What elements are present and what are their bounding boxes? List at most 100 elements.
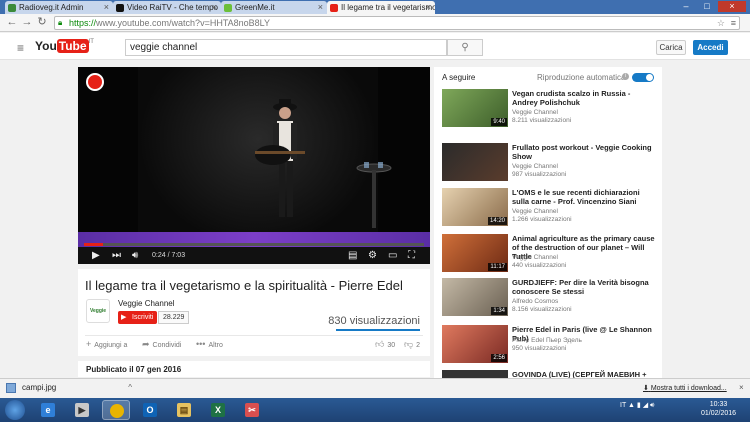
- url-path: www.youtube.com/watch?v=HHTA8noB8LY: [96, 18, 271, 28]
- related-video-item[interactable]: 14:20 L'OMS e le sue recenti dichiarazio…: [442, 188, 656, 226]
- related-video-views: 440 visualizzazioni: [512, 262, 567, 269]
- browser-tab-raitv[interactable]: Video RaiTV - Che tempo ×: [113, 1, 221, 14]
- related-video-item[interactable]: 11:17 Animal agriculture as the primary …: [442, 234, 656, 272]
- guide-menu-icon[interactable]: ≡: [17, 41, 24, 55]
- volume-icon[interactable]: 🔊︎: [132, 249, 138, 262]
- download-item[interactable]: campi.jpg ^: [6, 382, 132, 394]
- url-scheme: https://: [69, 18, 97, 28]
- browser-tab-strip: Radioveg.it Admin × Video RaiTV - Che te…: [0, 0, 750, 14]
- search-button[interactable]: ⚲: [447, 39, 483, 56]
- maximize-icon[interactable]: □: [697, 1, 717, 12]
- related-video-channel: Veggie Channel: [512, 109, 558, 116]
- download-bar: campi.jpg ^ ⬇ Mostra tutti i download... …: [0, 378, 750, 398]
- subscribe-button[interactable]: ▶ Iscriviti: [118, 311, 158, 324]
- system-tray[interactable]: IT ▲ ▮ ◢ 🔊︎: [620, 401, 654, 410]
- theater-mode-icon[interactable]: ▭: [388, 249, 397, 262]
- forward-arrow-icon[interactable]: →: [21, 16, 33, 29]
- info-icon[interactable]: i: [622, 73, 629, 80]
- taskbar-chrome[interactable]: [102, 400, 130, 420]
- taskbar-media[interactable]: ▶: [68, 400, 96, 420]
- video-thumbnail[interactable]: [442, 370, 508, 378]
- play-icon[interactable]: ▶: [92, 249, 100, 262]
- related-video-title[interactable]: GOVINDA (LIVE) (СЕРГЕЙ МАЕВИН +: [512, 370, 656, 378]
- image-file-icon: [6, 383, 16, 393]
- close-tab-icon[interactable]: ×: [212, 1, 217, 14]
- show-all-downloads-link[interactable]: ⬇ Mostra tutti i download...: [643, 384, 727, 392]
- related-video-views: 8.211 visualizzazioni: [512, 117, 572, 124]
- video-thumbnail[interactable]: 2:56: [442, 325, 508, 363]
- add-to-label: Aggiungi a: [94, 342, 128, 349]
- browser-tab-youtube[interactable]: Il legame tra il vegetarismo ×: [327, 1, 435, 14]
- dislike-button[interactable]: 👎︎ 2: [404, 339, 420, 351]
- close-tab-icon[interactable]: ×: [318, 1, 323, 14]
- progress-bar[interactable]: [84, 243, 424, 246]
- channel-name-link[interactable]: Veggie Channel: [118, 299, 175, 308]
- taskbar-snipping[interactable]: ✂: [238, 400, 266, 420]
- minimize-icon[interactable]: –: [676, 1, 696, 12]
- back-arrow-icon[interactable]: ←: [6, 16, 18, 29]
- search-input[interactable]: veggie channel: [125, 39, 447, 56]
- address-bar[interactable]: 🔒︎ https://www.youtube.com/watch?v=HHTA8…: [54, 16, 740, 30]
- taskbar-explorer[interactable]: ▤: [170, 400, 198, 420]
- browser-toolbar: ← → ↻ 🔒︎ https://www.youtube.com/watch?v…: [0, 14, 750, 32]
- related-video-item[interactable]: 9:40 Vegan crudista scalzo in Russia - A…: [442, 89, 656, 127]
- related-video-channel: Veggie Channel: [512, 163, 558, 170]
- channel-avatar[interactable]: Veggie: [86, 299, 110, 323]
- video-thumbnail[interactable]: 9:40: [442, 89, 508, 127]
- fullscreen-icon[interactable]: ⛶: [408, 249, 415, 262]
- input-language[interactable]: IT: [620, 402, 626, 409]
- close-download-bar-icon[interactable]: ×: [739, 383, 744, 392]
- video-thumbnail[interactable]: 11:17: [442, 234, 508, 272]
- related-video-channel: Pierre Edel Пьер Эдель: [512, 337, 582, 344]
- video-thumbnail[interactable]: 1:34: [442, 278, 508, 316]
- video-thumbnail[interactable]: [442, 143, 508, 181]
- add-to-button[interactable]: + Aggiungi a: [86, 339, 127, 351]
- taskbar-excel[interactable]: X: [204, 400, 232, 420]
- video-duration: 14:20: [487, 217, 507, 225]
- share-button[interactable]: ➦ Condividi: [142, 339, 181, 351]
- close-tab-icon[interactable]: ×: [426, 1, 431, 14]
- related-video-title[interactable]: GURDJIEFF: Per dire la Verità bisogna co…: [512, 278, 656, 296]
- tab-label: Video RaiTV - Che tempo: [127, 3, 219, 12]
- related-video-item[interactable]: 1:34 GURDJIEFF: Per dire la Verità bisog…: [442, 278, 656, 316]
- bookmark-star-icon[interactable]: ☆: [717, 17, 725, 29]
- raitv-favicon-icon: [116, 4, 124, 12]
- system-clock[interactable]: 10:33 01/02/2016: [701, 400, 736, 418]
- youtube-logo[interactable]: You Tube IT: [35, 39, 94, 55]
- more-button[interactable]: ••• Altro: [196, 339, 223, 351]
- start-button[interactable]: [5, 400, 25, 420]
- chrome-icon: [110, 404, 124, 418]
- chevron-up-icon[interactable]: ^: [128, 383, 132, 392]
- tab-label: Radioveg.it Admin: [19, 3, 84, 12]
- taskbar-outlook[interactable]: O: [136, 400, 164, 420]
- upload-button[interactable]: Carica: [656, 40, 686, 55]
- related-video-item[interactable]: 2:56 Pierre Edel in Paris (live @ Le Sha…: [442, 325, 656, 363]
- video-player[interactable]: ▶ ⏭ 🔊︎ 0:24 / 7:03 ▤ ⚙ ▭ ⛶: [78, 67, 430, 264]
- chrome-menu-icon[interactable]: ≡: [731, 17, 736, 29]
- close-tab-icon[interactable]: ×: [104, 1, 109, 14]
- outlook-icon: O: [143, 403, 157, 417]
- youtube-header: ≡ You Tube IT veggie channel ⚲ Carica Acce…: [0, 33, 750, 60]
- next-icon[interactable]: ⏭: [112, 249, 121, 262]
- video-thumbnail[interactable]: 14:20: [442, 188, 508, 226]
- related-video-title[interactable]: L'OMS e le sue recenti dichiarazioni sul…: [512, 188, 656, 206]
- reload-icon[interactable]: ↻: [36, 16, 48, 29]
- autoplay-toggle[interactable]: [632, 73, 654, 82]
- window-close-icon[interactable]: ×: [718, 1, 746, 12]
- like-button[interactable]: 👍︎ 30: [375, 339, 395, 351]
- player-time: 0:24 / 7:03: [152, 252, 186, 259]
- taskbar-ie[interactable]: e: [34, 400, 62, 420]
- clock-date: 01/02/2016: [701, 410, 737, 417]
- settings-gear-icon[interactable]: ⚙: [368, 249, 377, 262]
- related-video-title[interactable]: Frullato post workout - Veggie Cooking S…: [512, 143, 656, 161]
- sign-in-button[interactable]: Accedi: [693, 40, 728, 55]
- related-video-item[interactable]: GOVINDA (LIVE) (СЕРГЕЙ МАЕВИН +: [442, 370, 656, 378]
- internet-explorer-icon: e: [41, 403, 55, 417]
- related-video-title[interactable]: Vegan crudista scalzo in Russia - Andrey…: [512, 89, 656, 107]
- related-video-channel: Veggie Channel: [512, 208, 558, 215]
- subtitles-icon[interactable]: ▤: [348, 249, 357, 262]
- browser-tab-greenme[interactable]: GreenMe.it ×: [221, 1, 327, 14]
- related-video-item[interactable]: Frullato post workout - Veggie Cooking S…: [442, 143, 656, 181]
- clock-time: 10:33: [709, 401, 728, 408]
- browser-tab-radioveg[interactable]: Radioveg.it Admin ×: [5, 1, 113, 14]
